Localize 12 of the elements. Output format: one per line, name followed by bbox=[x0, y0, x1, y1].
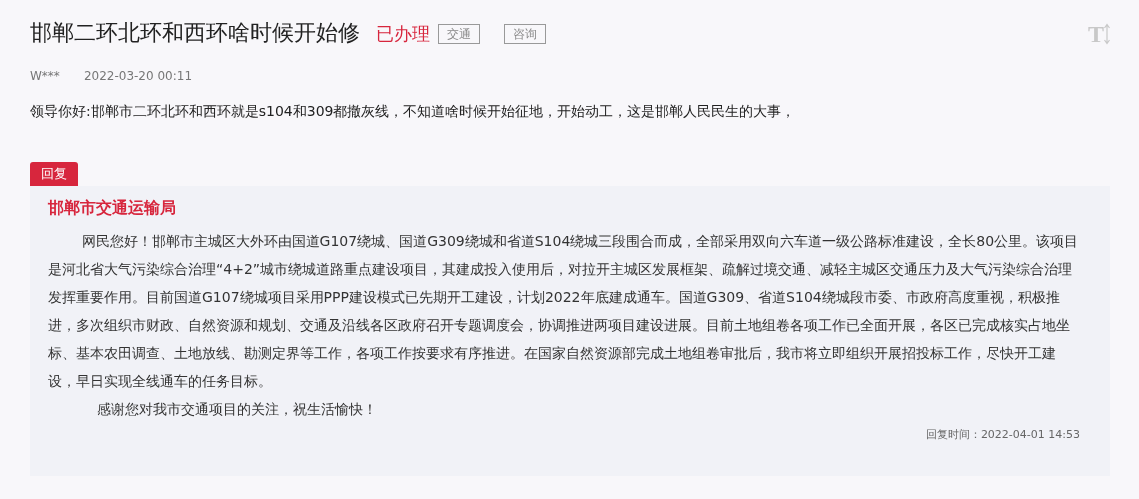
reply-time: 回复时间：2022-04-01 14:53 bbox=[924, 426, 1080, 443]
reply-paragraph: 感谢您对我市交通项目的关注，祝生活愉快！ bbox=[96, 399, 378, 419]
post-date: 2022-03-20 00:11 bbox=[83, 68, 192, 85]
department-name: 邯郸市交通运输局 bbox=[48, 197, 177, 217]
question-title: 邯郸二环北环和西环啥时候开始修 bbox=[30, 20, 360, 47]
reply-paragraph: 网民您好！邯郸市主城区大外环由国道G107绕城、国道G309绕城和省道S104绕城三段围合而成，全部采用双向六车道一级公路标准建设，全长80公里。该项目是河北省大气污染综合治理“4+2”城市绕城道路重点建设项目，其建成投入使用后，对拉开主城区发展框架、疏解过境交通、减轻主城区交通压力及大气污染综合治理发挥重要作用。目前国道G107绕城项目采用PPP建设模式已先期开工建设，计划2022年底建成通车。国道G309、省道S104绕城段市委、市政府高度重视，积极推进，多次组织市财政、自然资源和规划、交通及沿线各区政府召开专题调度会，协调推进两项目建设进展。目前土地组卷各项工作已全面开展，各区已完成核实占地坐标、基本农田调查、土地放线、勘测定界等工作，各项工作按要求有序推进。在国家自然资源部完成土地组卷审批后，我市将立即组织开展招投标工作，尽快开工建设，早日实现全线通车的任务目标。 bbox=[48, 231, 1080, 391]
double-arrow-icon bbox=[1104, 22, 1110, 45]
category-tag: 咨询 bbox=[504, 23, 546, 44]
status-label: 已办理 bbox=[376, 22, 430, 46]
question-text: 领导你好:邯郸市二环北环和西环就是s104和309都撤灰线，不知道啥时候开始征地，开始动工，这是邯郸人民民生的大事， bbox=[30, 102, 797, 121]
category-tag: 交通 bbox=[438, 23, 480, 44]
author-name: W*** bbox=[30, 68, 60, 85]
